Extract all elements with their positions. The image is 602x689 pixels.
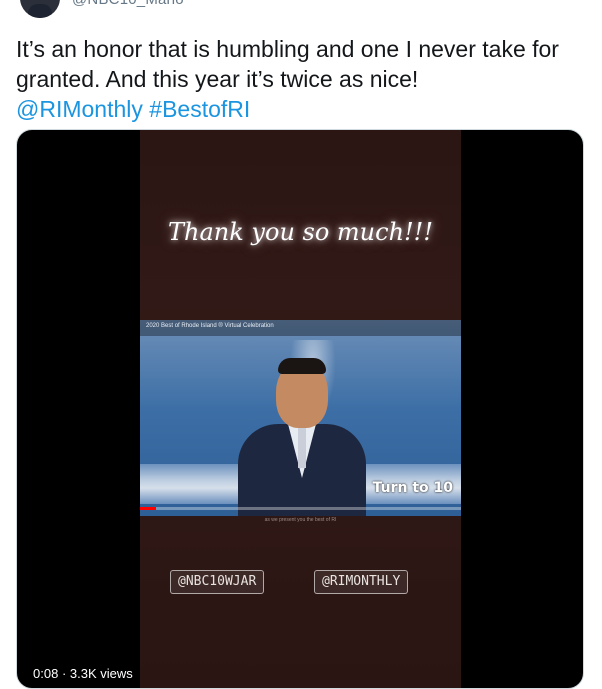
thank-you-overlay: Thank you so much!!! [168,218,433,246]
tweet-text: It’s an honor that is humbling and one I… [16,34,586,124]
anchor-tie [298,428,306,468]
embedded-progress-bar [140,507,461,510]
video-small-caption: as we present you the best of RI [264,517,337,523]
avatar-figure [28,4,52,18]
embedded-video-frame: 2020 Best of Rhode Island ® Virtual Cele… [140,320,461,516]
tweet-line-2: granted. And this year it’s twice as nic… [16,66,419,92]
video-player[interactable]: Thank you so much!!! 2020 Best of Rhode … [16,129,584,689]
mention-link[interactable]: @RIMonthly [16,96,143,122]
hashtag-link[interactable]: #BestofRI [149,96,250,122]
author-avatar[interactable] [20,0,60,18]
tweet-line-3: @RIMonthly #BestofRI [16,94,586,124]
video-meta: 0:08 · 3.3K views [33,666,133,681]
video-title-bar: 2020 Best of Rhode Island ® Virtual Cele… [140,320,461,336]
video-timestamp: 0:08 [33,666,59,681]
view-count: 3.3K views [69,666,133,681]
tweet-line-1: It’s an honor that is humbling and one I… [16,36,559,62]
author-handle[interactable]: @NBC10_Mario [72,0,184,8]
sticker-rimonthly: @RIMONTHLY [314,570,409,594]
story-frame: Thank you so much!!! 2020 Best of Rhode … [140,130,461,688]
separator-dot: · [61,666,70,681]
anchor-hair [278,358,326,374]
video-title: 2020 Best of Rhode Island ® Virtual Cele… [146,323,274,329]
embedded-progress-fill [140,507,157,510]
station-logo: Turn to 10 [372,480,453,496]
sticker-nbc10wjar: @NBC10WJAR [170,570,265,594]
